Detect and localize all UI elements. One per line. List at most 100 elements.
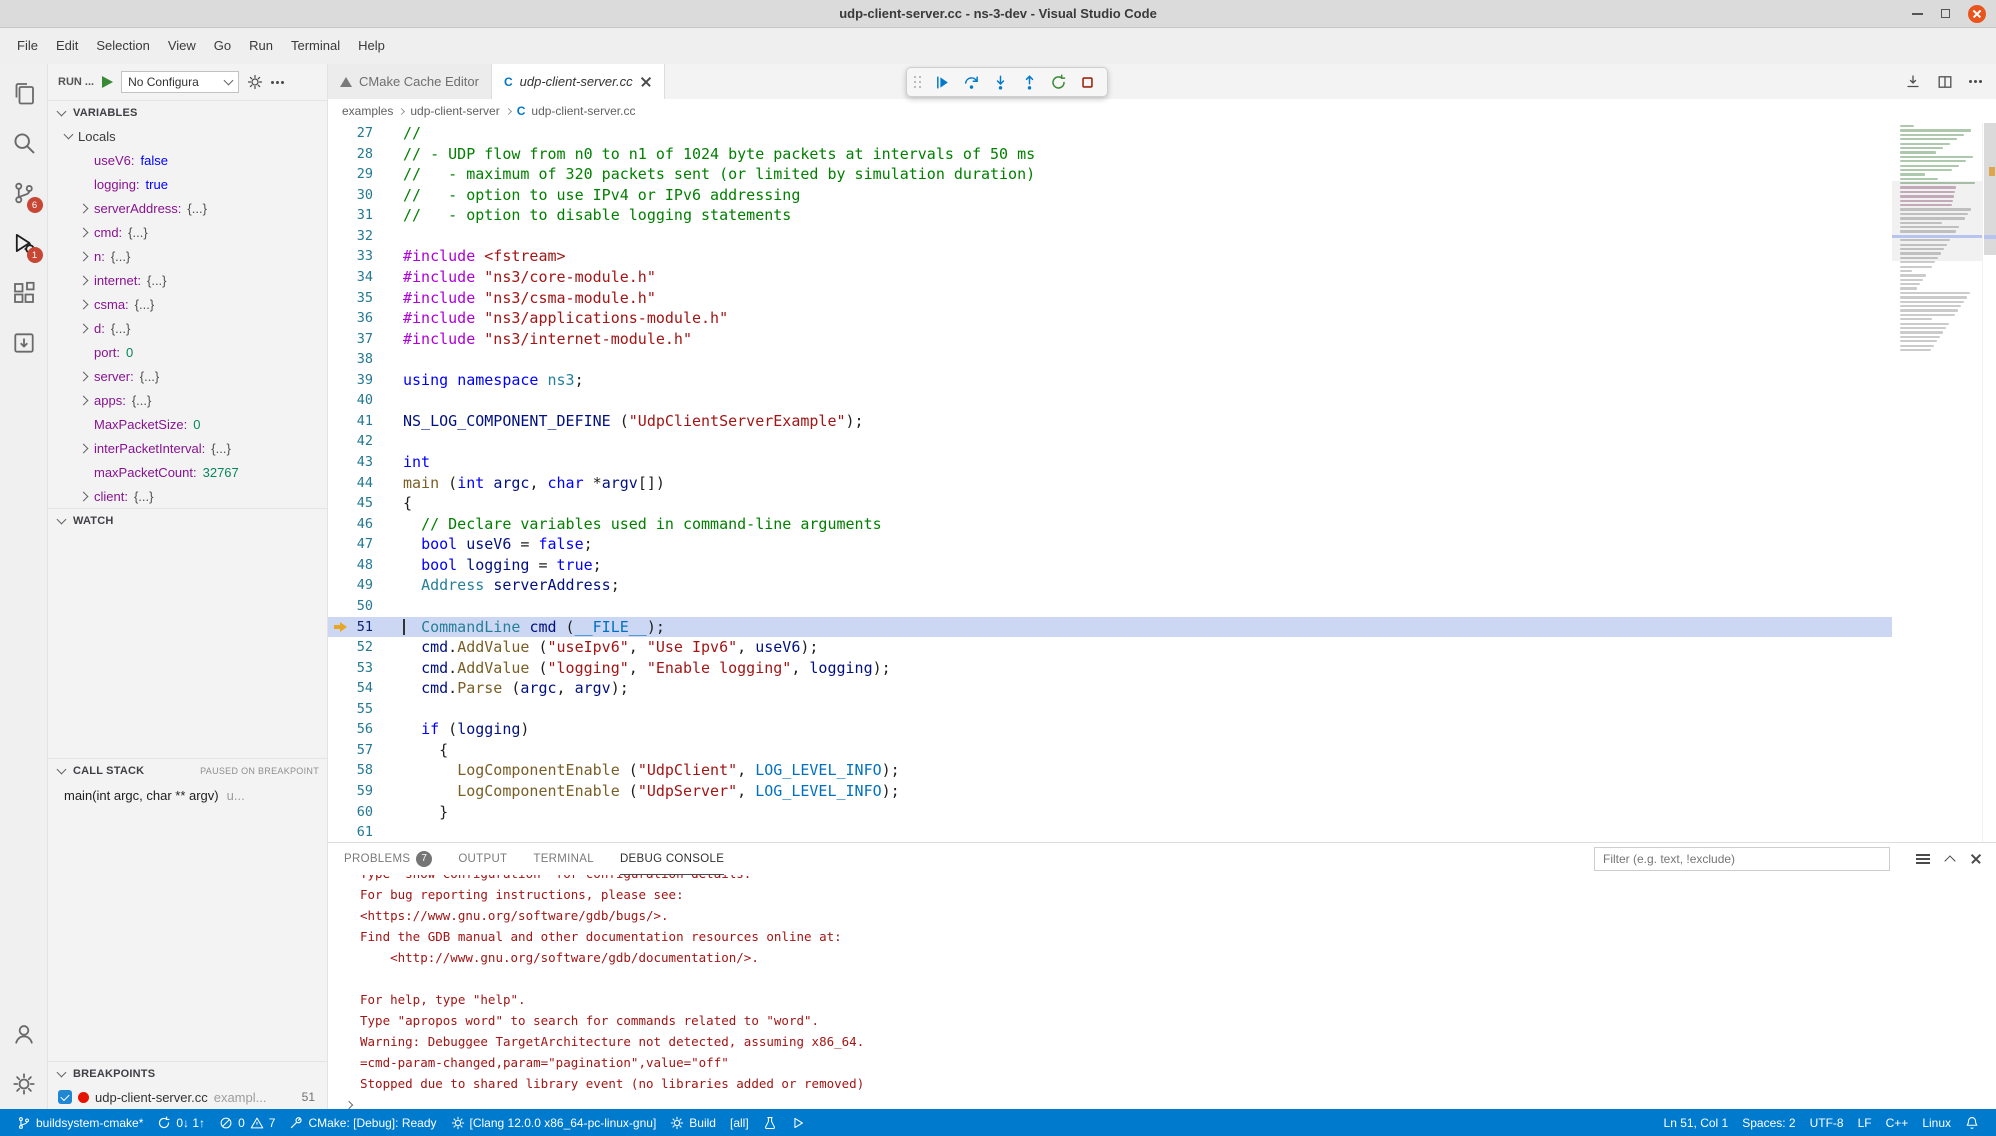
code-line-49[interactable]: 49 Address serverAddress; [328,575,1892,596]
breakpoints-section-header[interactable]: BREAKPOINTS [48,1061,327,1085]
start-debugging-icon[interactable] [102,76,113,88]
tab-cmake-cache-editor[interactable]: CMake Cache Editor [328,64,492,99]
chevron-right-icon[interactable] [76,205,92,212]
chevron-right-icon[interactable] [76,493,92,500]
line-number[interactable]: 58 [328,760,373,781]
cmake-kit-status[interactable]: [Clang 12.0.0 x86_64-pc-linux-gnu] [444,1109,664,1136]
restart-button[interactable] [1045,69,1071,95]
variable-row[interactable]: csma:{...} [48,292,327,316]
cursor-position[interactable]: Ln 51, Col 1 [1657,1109,1736,1136]
code-line-32[interactable]: 32 [328,226,1892,247]
breakpoint-row[interactable]: udp-client-server.cc exampl... 51 [48,1085,327,1109]
code-line-57[interactable]: 57 { [328,740,1892,761]
chevron-right-icon[interactable] [76,253,92,260]
step-into-button[interactable] [987,69,1013,95]
minimap[interactable] [1892,123,1982,842]
line-number[interactable]: 32 [328,226,373,247]
line-number[interactable]: 60 [328,802,373,823]
breadcrumb-item[interactable]: udp-client-server [410,104,499,118]
code-line-46[interactable]: 46 // Declare variables used in command-… [328,514,1892,535]
search-icon[interactable] [0,118,48,168]
code-line-27[interactable]: 27// [328,123,1892,144]
code-line-40[interactable]: 40 [328,390,1892,411]
variable-row[interactable]: serverAddress:{...} [48,196,327,220]
variable-row[interactable]: useV6:false [48,148,327,172]
code-line-41[interactable]: 41NS_LOG_COMPONENT_DEFINE ("UdpClientSer… [328,411,1892,432]
line-number[interactable]: 52 [328,637,373,658]
variable-row[interactable]: Locals [48,124,327,148]
remote-explorer-icon[interactable] [0,318,48,368]
variable-row[interactable]: maxPacketCount:32767 [48,460,327,484]
account-icon[interactable] [0,1009,48,1059]
code-line-28[interactable]: 28// - UDP flow from n0 to n1 of 1024 by… [328,144,1892,165]
chevron-right-icon[interactable] [76,301,92,308]
language-mode[interactable]: C++ [1879,1109,1916,1136]
line-number[interactable]: 47 [328,534,373,555]
indentation[interactable]: Spaces: 2 [1735,1109,1802,1136]
explorer-icon[interactable] [0,68,48,118]
line-number[interactable]: 33 [328,246,373,267]
code-line-54[interactable]: 54 cmd.Parse (argc, argv); [328,678,1892,699]
extensions-icon[interactable] [0,268,48,318]
code-line-56[interactable]: 56 if (logging) [328,719,1892,740]
launch-button[interactable] [784,1109,812,1136]
menu-item-view[interactable]: View [159,28,205,64]
line-number[interactable]: 31 [328,205,373,226]
line-number[interactable]: 39 [328,370,373,391]
split-editor-icon[interactable] [1937,74,1953,90]
chevron-right-icon[interactable] [76,277,92,284]
menu-item-go[interactable]: Go [205,28,240,64]
line-number[interactable]: 56 [328,719,373,740]
watch-section-header[interactable]: WATCH [48,508,327,532]
cmake-status[interactable]: CMake: [Debug]: Ready [282,1109,443,1136]
code-line-52[interactable]: 52 cmd.AddValue ("useIpv6", "Use Ipv6", … [328,637,1892,658]
menu-item-file[interactable]: File [8,28,47,64]
variable-row[interactable]: cmd:{...} [48,220,327,244]
close-panel-icon[interactable] [1970,853,1982,865]
step-over-button[interactable] [958,69,984,95]
code-line-31[interactable]: 31// - option to disable logging stateme… [328,205,1892,226]
line-number[interactable]: 53 [328,658,373,679]
variable-row[interactable]: interPacketInterval:{...} [48,436,327,460]
variable-row[interactable]: port:0 [48,340,327,364]
variable-row[interactable]: server:{...} [48,364,327,388]
console-input[interactable] [346,1094,1996,1109]
eol[interactable]: LF [1851,1109,1879,1136]
line-number[interactable]: 43 [328,452,373,473]
code-line-60[interactable]: 60 } [328,802,1892,823]
variable-row[interactable]: apps:{...} [48,388,327,412]
line-number[interactable]: 28 [328,144,373,165]
drag-grip-icon[interactable] [914,76,923,88]
callstack-section-header[interactable]: CALL STACK PAUSED ON BREAKPOINT [48,758,327,782]
panel-tab-output[interactable]: OUTPUT [458,843,507,875]
callstack-frame[interactable]: main(int argc, char ** argv) u... [48,782,327,808]
breadcrumb[interactable]: examples udp-client-server C udp-client-… [328,99,1996,123]
notifications[interactable] [1958,1109,1986,1136]
chevron-right-icon[interactable] [76,397,92,404]
code-line-36[interactable]: 36#include "ns3/applications-module.h" [328,308,1892,329]
line-number[interactable]: 37 [328,329,373,350]
line-number[interactable]: 54 [328,678,373,699]
console-filter-input[interactable] [1594,847,1890,871]
breadcrumb-item[interactable]: udp-client-server.cc [531,104,635,118]
code-line-45[interactable]: 45{ [328,493,1892,514]
code-line-38[interactable]: 38 [328,349,1892,370]
chevron-right-icon[interactable] [76,325,92,332]
variable-row[interactable]: client:{...} [48,484,327,508]
code-line-44[interactable]: 44main (int argc, char *argv[]) [328,473,1892,494]
line-number[interactable]: 35 [328,288,373,309]
line-number[interactable]: 40 [328,390,373,411]
code-line-51[interactable]: 51 CommandLine cmd (__FILE__); [328,617,1892,638]
run-and-debug-icon[interactable]: 1 [0,218,48,268]
test-button[interactable] [756,1109,784,1136]
sync-status[interactable]: 0↓ 1↑ [150,1109,212,1136]
code-line-34[interactable]: 34#include "ns3/core-module.h" [328,267,1892,288]
code-line-30[interactable]: 30// - option to use IPv4 or IPv6 addres… [328,185,1892,206]
os[interactable]: Linux [1915,1109,1958,1136]
cmake-target[interactable]: [all] [723,1109,756,1136]
menu-item-help[interactable]: Help [349,28,394,64]
download-icon[interactable] [1905,74,1921,90]
menu-item-run[interactable]: Run [240,28,282,64]
line-number[interactable]: 46 [328,514,373,535]
line-number[interactable]: 38 [328,349,373,370]
